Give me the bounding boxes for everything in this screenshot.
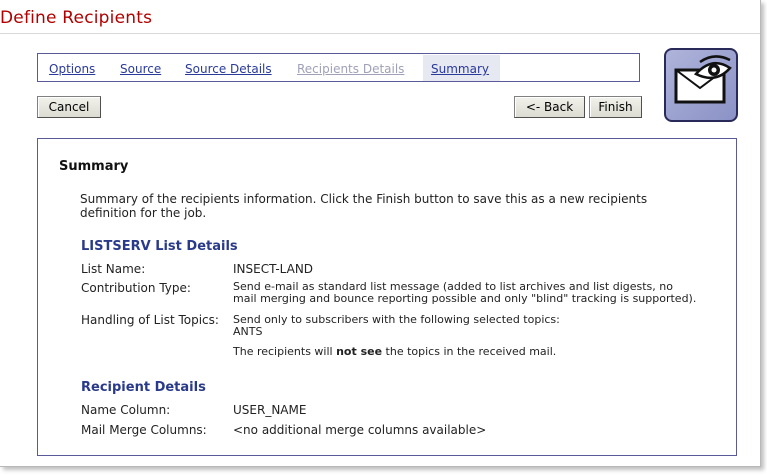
tab-source[interactable]: Source [120, 62, 161, 76]
tab-options[interactable]: Options [49, 62, 95, 76]
list-name-label: List Name: [81, 262, 146, 276]
finish-button[interactable]: Finish [589, 96, 642, 118]
topics-note-pre: The recipients will [233, 345, 337, 358]
merge-columns-value: <no additional merge columns available> [233, 423, 487, 437]
list-topics-line-1: Send only to subscribers with the follow… [233, 313, 560, 326]
list-name-value: INSECT-LAND [233, 262, 314, 276]
merge-columns-label: Mail Merge Columns: [81, 423, 207, 437]
page-title: Define Recipients [0, 8, 153, 28]
summary-heading: Summary [59, 159, 129, 174]
listserv-details-heading: LISTSERV List Details [81, 239, 238, 254]
contribution-type-line-2: mail merging and bounce reporting possib… [233, 292, 697, 305]
cancel-button[interactable]: Cancel [37, 96, 101, 118]
page-frame: Define Recipients Options Source Source … [0, 0, 761, 467]
contribution-type-label: Contribution Type: [81, 281, 191, 295]
tab-recipients-details: Recipients Details [297, 62, 405, 76]
tab-source-details[interactable]: Source Details [185, 62, 272, 76]
wizard-tabs: Options Source Source Details Recipients… [37, 53, 640, 82]
recipient-details-heading: Recipient Details [81, 380, 206, 395]
tab-summary[interactable]: Summary [431, 62, 489, 76]
title-divider [0, 33, 760, 34]
topics-note-bold: not see [336, 345, 383, 358]
topics-note-post: the topics in the received mail. [382, 345, 557, 358]
list-topics-label: Handling of List Topics: [81, 313, 219, 327]
list-topics-value: ANTS [233, 325, 263, 338]
summary-panel: Summary Summary of the recipients inform… [37, 138, 737, 456]
back-button[interactable]: <- Back [514, 96, 585, 118]
summary-description: Summary of the recipients information. C… [80, 192, 648, 220]
list-topics-note: The recipients will not see the topics i… [233, 346, 556, 358]
eye-envelope-icon [664, 48, 738, 122]
name-column-label: Name Column: [81, 403, 171, 417]
name-column-value: USER_NAME [233, 403, 307, 417]
eye-envelope-graphic [674, 55, 732, 104]
